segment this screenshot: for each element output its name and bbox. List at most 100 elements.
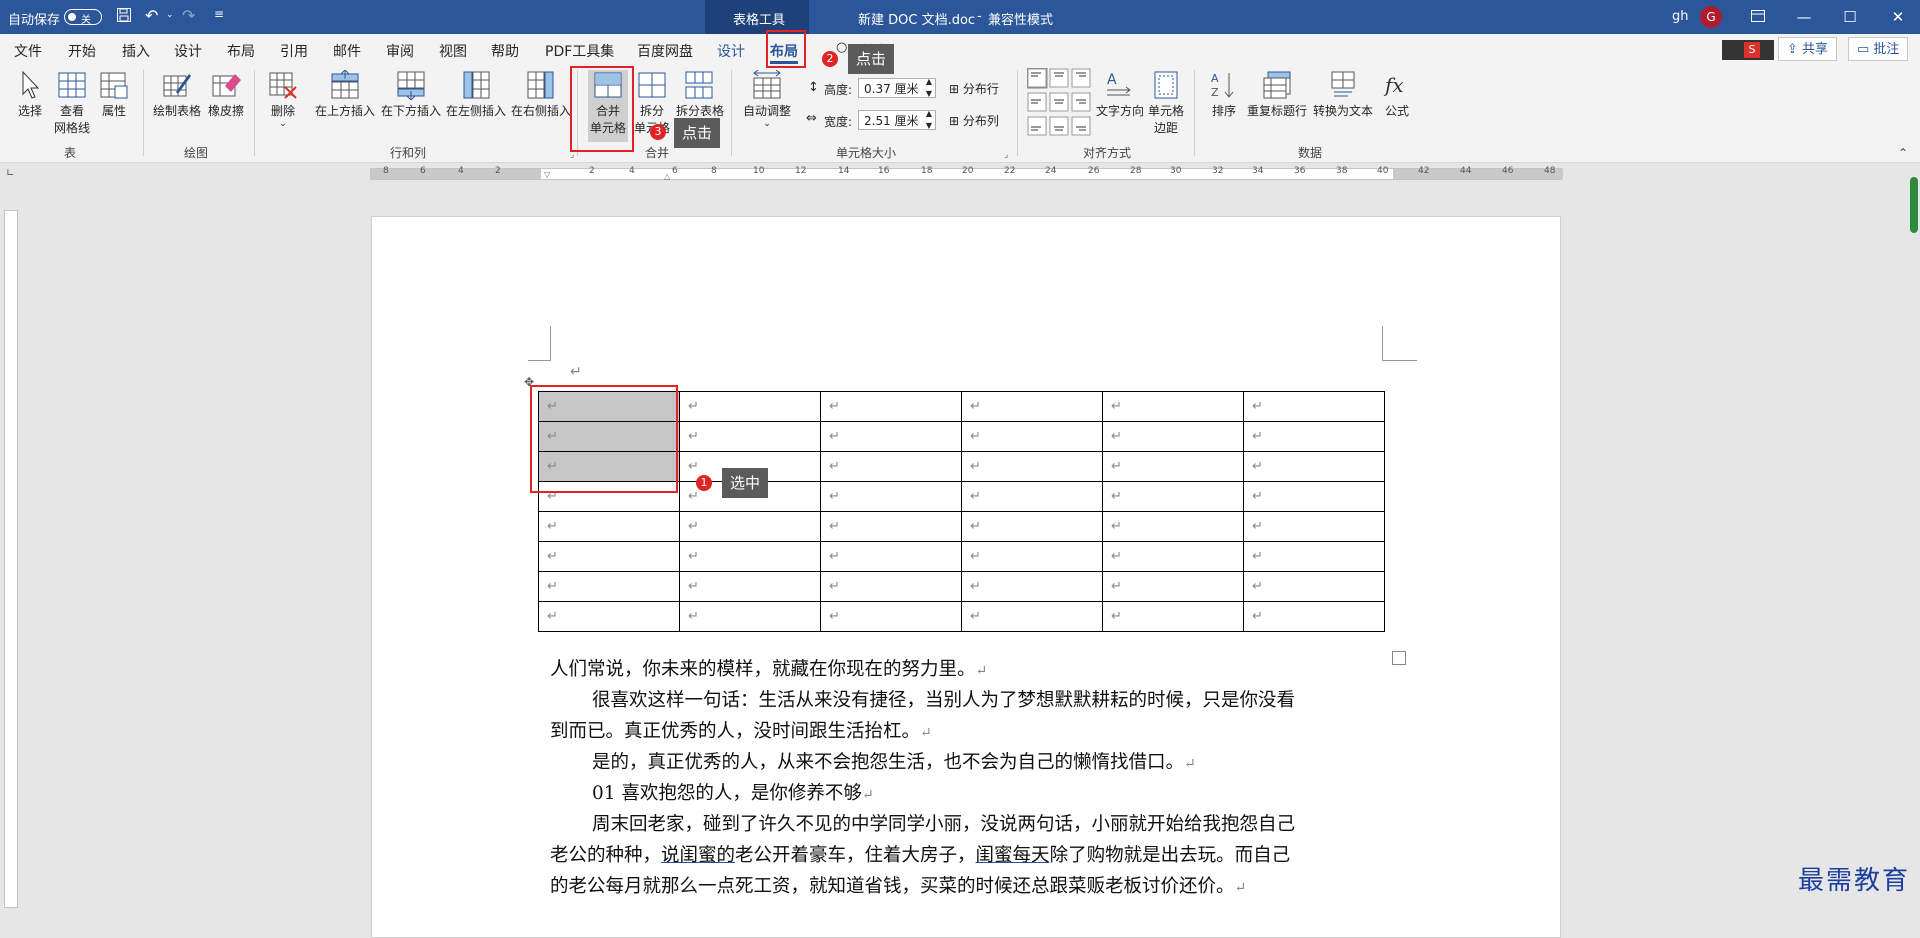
table-cell[interactable]: ↵ — [961, 541, 1103, 572]
table-cell[interactable]: ↵ — [1243, 601, 1385, 632]
formula-button[interactable]: fx 公式 — [1380, 70, 1414, 119]
table-cell[interactable]: ↵ — [961, 601, 1103, 632]
tab-mailings[interactable]: 邮件 — [333, 41, 361, 61]
table-cell[interactable]: ↵ — [679, 571, 821, 602]
tab-file[interactable]: 文件 — [14, 41, 42, 61]
document-paragraph[interactable]: 的老公每月就那么一点死工资，就知道省钱，买菜的时候还总跟菜贩老板讨价还价。↵ — [550, 872, 1246, 898]
insert-below-button[interactable]: 在下方插入 — [380, 70, 442, 119]
draw-table-button[interactable]: 绘制表格 — [152, 70, 202, 119]
table-cell[interactable]: ↵ — [820, 451, 962, 482]
tab-references[interactable]: 引用 — [280, 41, 308, 61]
table-cell[interactable]: ↵ — [1102, 391, 1244, 422]
table-cell[interactable]: ↵ — [1243, 541, 1385, 572]
table-cell[interactable]: ↵ — [538, 601, 680, 632]
convert-to-text-button[interactable]: 转换为文本 — [1312, 70, 1374, 119]
document-paragraph[interactable]: 周末回老家，碰到了许久不见的中学同学小丽，没说两句话，小丽就开始给我抱怨自己 — [592, 810, 1295, 836]
autofit-button[interactable]: 自动调整 ⌄ — [742, 70, 792, 129]
undo-icon[interactable]: ↶ — [145, 6, 158, 25]
tab-pdf-tools[interactable]: PDF工具集 — [545, 41, 614, 61]
insert-right-button[interactable]: 在右侧插入 — [510, 70, 572, 119]
table-cell[interactable]: ↵ — [961, 481, 1103, 512]
height-spinner-icon[interactable]: ▲ ▼ — [926, 76, 932, 100]
repeat-header-button[interactable]: 重复标题行 — [1246, 70, 1308, 119]
table-cell[interactable]: ↵ — [679, 541, 821, 572]
table-cell[interactable]: ↵ — [679, 511, 821, 542]
table-cell[interactable]: ↵ — [679, 601, 821, 632]
table-cell[interactable]: ↵ — [1102, 601, 1244, 632]
table-cell[interactable]: ↵ — [1243, 511, 1385, 542]
table-cell[interactable]: ↵ — [1102, 481, 1244, 512]
cell-size-launcher-icon[interactable]: ⌟ — [1004, 150, 1008, 160]
scrollbar-thumb[interactable] — [1910, 177, 1918, 233]
table-cell[interactable]: ↵ — [1102, 511, 1244, 542]
customize-qat-icon[interactable]: ≡ — [214, 7, 224, 21]
tab-insert[interactable]: 插入 — [122, 41, 150, 61]
height-input[interactable]: 0.37 厘米 ▲ ▼ — [858, 76, 936, 100]
table-cell[interactable]: ↵ — [961, 451, 1103, 482]
view-gridlines-button[interactable]: 查看 网格线 — [52, 70, 92, 136]
distribute-rows-button[interactable]: ⊞ 分布行 — [949, 80, 999, 97]
table-cell[interactable]: ↵ — [1243, 481, 1385, 512]
table-cell[interactable]: ↵ — [1102, 451, 1244, 482]
user-name[interactable]: gh — [1672, 9, 1689, 24]
insert-left-button[interactable]: 在左侧插入 — [445, 70, 507, 119]
select-button[interactable]: 选择 — [14, 70, 46, 119]
table-resize-handle[interactable] — [1392, 651, 1406, 665]
table-cell[interactable]: ↵ — [1102, 571, 1244, 602]
tab-view[interactable]: 视图 — [439, 41, 467, 61]
table-cell[interactable]: ↵ — [1243, 391, 1385, 422]
insert-above-button[interactable]: 在上方插入 — [314, 70, 376, 119]
delete-button[interactable]: 删除 ⌄ — [265, 70, 301, 129]
table-cell[interactable]: ↵ — [538, 571, 680, 602]
maximize-icon[interactable]: ☐ — [1840, 7, 1860, 27]
vertical-scrollbar[interactable] — [1908, 175, 1920, 908]
tab-baidu-netdisk[interactable]: 百度网盘 — [637, 41, 693, 61]
table-cell[interactable]: ↵ — [1102, 541, 1244, 572]
table-cell[interactable]: ↵ — [820, 481, 962, 512]
table-cell[interactable]: ↵ — [1243, 421, 1385, 452]
table-cell[interactable]: ↵ — [820, 511, 962, 542]
document-paragraph[interactable]: 人们常说，你未来的模样，就藏在你现在的努力里。↵ — [550, 655, 987, 681]
tab-table-design[interactable]: 设计 — [717, 41, 745, 61]
table-cell[interactable]: ↵ — [538, 511, 680, 542]
search-icon[interactable]: ○ — [836, 40, 847, 55]
table-cell[interactable]: ↵ — [538, 541, 680, 572]
ribbon-display-icon[interactable] — [1748, 7, 1768, 27]
align-top-left-button[interactable] — [1027, 68, 1047, 88]
table-cell[interactable]: ↵ — [1102, 421, 1244, 452]
table-cell[interactable]: ↵ — [820, 391, 962, 422]
table-cell[interactable]: ↵ — [1243, 571, 1385, 602]
comment-button[interactable]: ▭ 批注 — [1848, 37, 1909, 61]
sort-button[interactable]: AZ 排序 — [1208, 70, 1240, 119]
document-paragraph[interactable]: 到而已。真正优秀的人，没时间跟生活抬杠。↵ — [550, 717, 932, 743]
table-cell[interactable]: ↵ — [961, 421, 1103, 452]
document-paragraph[interactable]: 老公的种种，说闺蜜的老公开着豪车，住着大房子，闺蜜每天除了购物就是出去玩。而自己 — [550, 841, 1290, 867]
document-paragraph[interactable]: 01 喜欢抱怨的人，是你修养不够↵ — [592, 779, 874, 805]
share-button[interactable]: ⇪ 共享 — [1778, 37, 1838, 61]
close-icon[interactable]: ✕ — [1888, 7, 1908, 27]
document-paragraph[interactable]: 很喜欢这样一句话：生活从来没有捷径，当别人为了梦想默默耕耘的时候，只是你没看 — [592, 686, 1295, 712]
autosave-toggle[interactable]: 关 — [64, 9, 102, 26]
table-cell[interactable]: ↵ — [961, 511, 1103, 542]
tab-home[interactable]: 开始 — [68, 41, 96, 61]
column-marker-icon[interactable]: △ — [664, 172, 670, 181]
ime-toolbar[interactable]: S — [1722, 40, 1774, 60]
redo-icon[interactable]: ↷ — [182, 6, 195, 25]
width-spinner-icon[interactable]: ▲ ▼ — [926, 108, 932, 132]
tab-selector-icon[interactable]: ∟ — [6, 168, 14, 179]
table-cell[interactable]: ↵ — [679, 421, 821, 452]
avatar[interactable]: G — [1700, 6, 1722, 28]
table-cell[interactable]: ↵ — [961, 571, 1103, 602]
tab-layout[interactable]: 布局 — [227, 41, 255, 61]
cell-margins-button[interactable]: 单元格 边距 — [1146, 70, 1186, 136]
text-direction-button[interactable]: A 文字方向 — [1096, 70, 1144, 119]
save-icon[interactable] — [116, 7, 132, 27]
tab-design[interactable]: 设计 — [174, 41, 202, 61]
undo-dropdown-icon[interactable]: ⌄ — [166, 10, 174, 20]
distribute-columns-button[interactable]: ⊞ 分布列 — [949, 112, 999, 129]
tab-review[interactable]: 审阅 — [386, 41, 414, 61]
minimize-icon[interactable]: — — [1794, 7, 1814, 27]
width-input[interactable]: 2.51 厘米 ▲ ▼ — [858, 108, 936, 132]
table-cell[interactable]: ↵ — [820, 541, 962, 572]
collapse-ribbon-icon[interactable]: ⌃ — [1898, 146, 1908, 160]
